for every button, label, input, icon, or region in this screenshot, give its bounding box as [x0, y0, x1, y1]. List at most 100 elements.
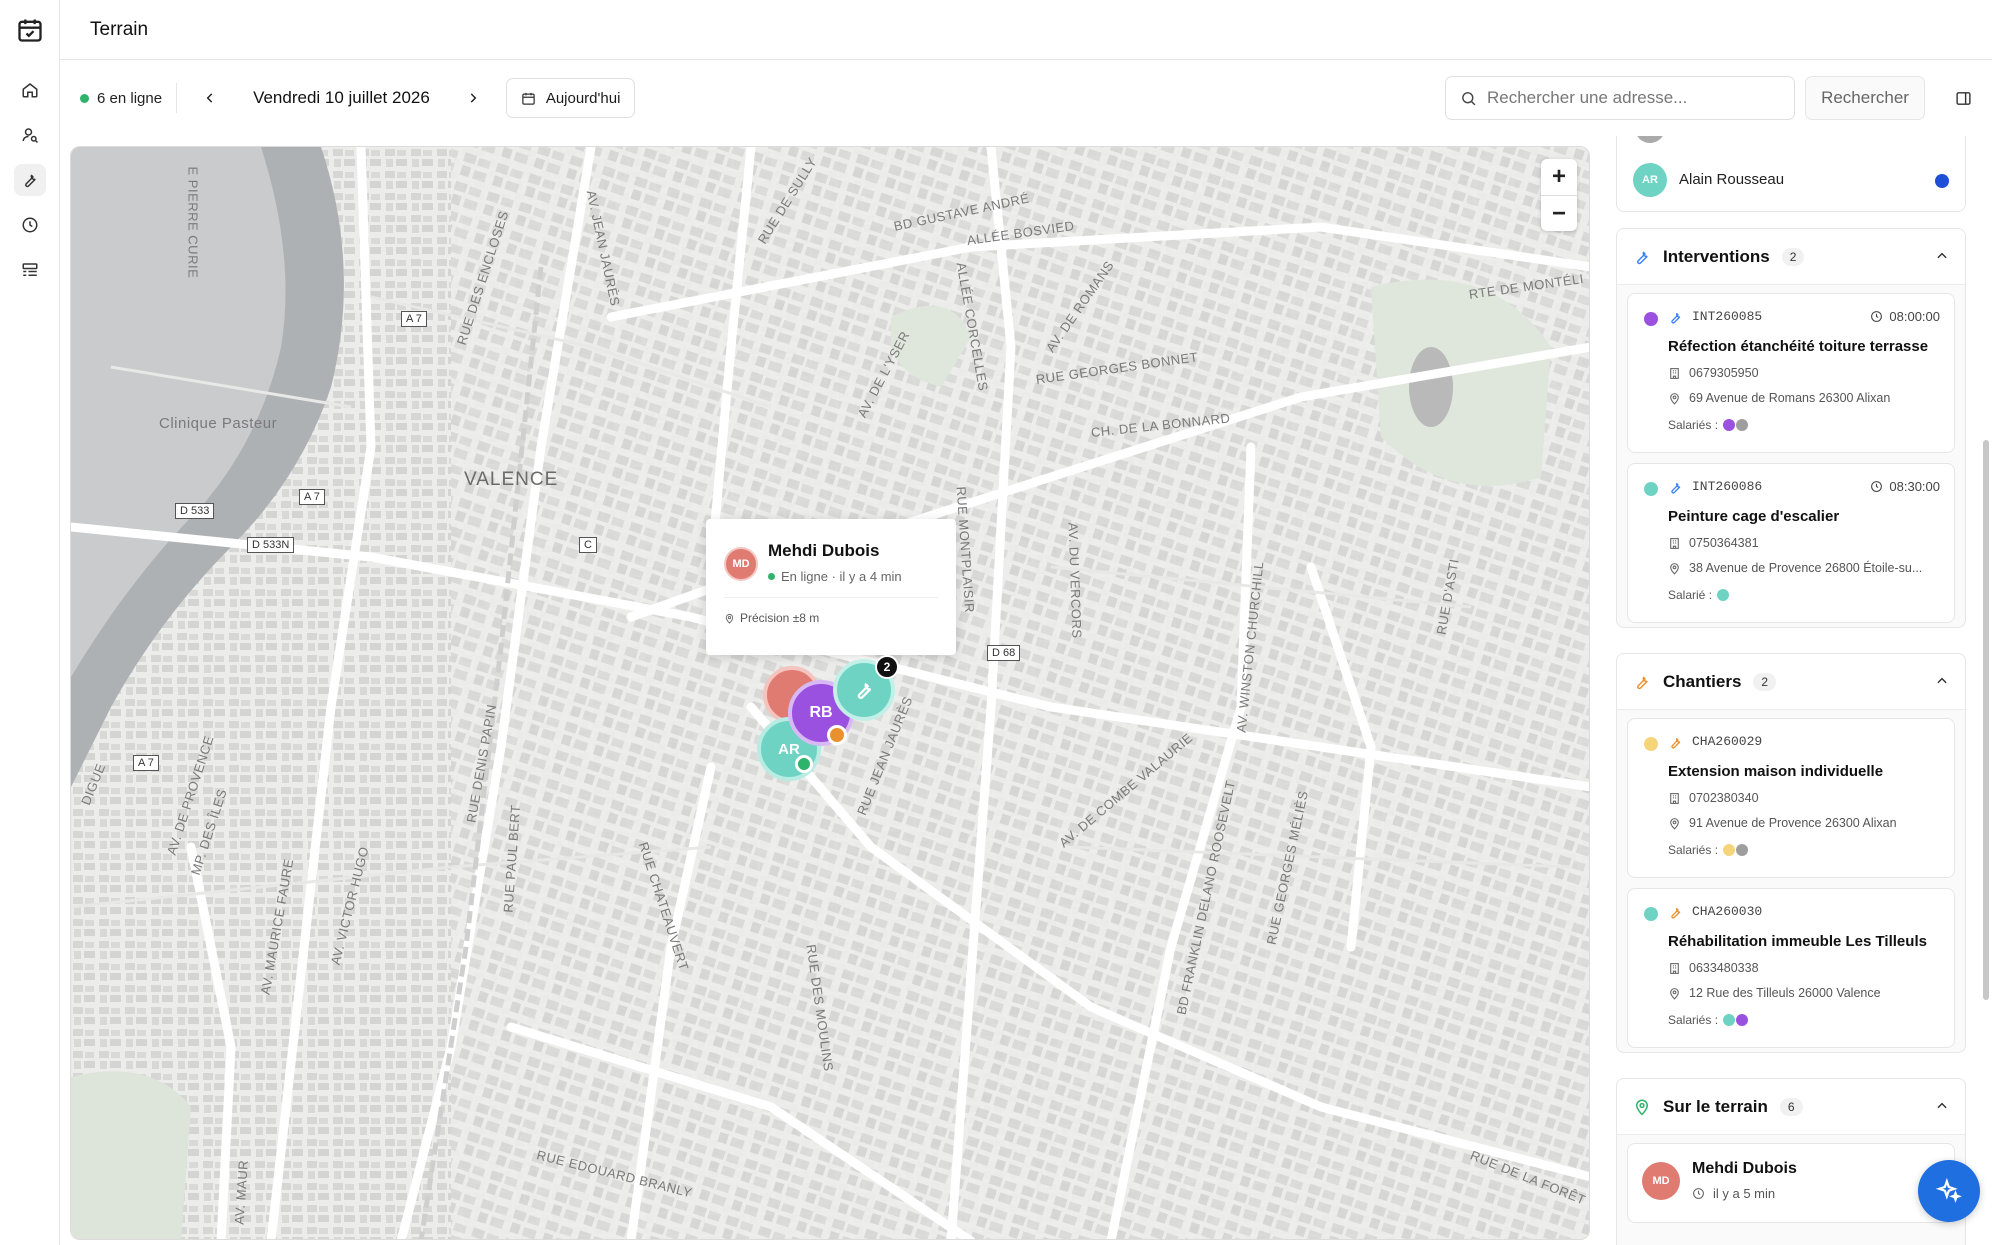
intervention-time-text: 08:00:00 — [1889, 309, 1940, 324]
staff-list-card: AR Alain Rousseau — [1616, 136, 1966, 212]
next-day-button[interactable] — [456, 81, 490, 115]
online-count-label: 6 en ligne — [97, 89, 163, 107]
user-search-icon[interactable] — [14, 119, 46, 151]
today-button-label: Aujourd'hui — [545, 89, 621, 107]
online-status-dot — [795, 755, 813, 773]
zoom-in-button[interactable]: + — [1541, 159, 1577, 195]
phone-text: 0702380340 — [1689, 791, 1759, 805]
map-pin-icon — [1670, 562, 1679, 575]
list-icon[interactable] — [14, 254, 46, 286]
technician-last-seen: il y a 5 min — [1692, 1186, 1775, 1201]
panel-scrollbar[interactable] — [1983, 440, 1989, 1000]
building-icon — [1670, 792, 1679, 804]
intervention-card[interactable]: INT260086 08:30:00 Peinture cage d'escal… — [1627, 463, 1955, 623]
sidebar-rail — [0, 0, 60, 1245]
chantiers-section-header[interactable]: Chantiers 2 — [1616, 653, 1966, 709]
phone-text: 0679305950 — [1689, 366, 1759, 380]
chevron-up-icon[interactable] — [1935, 674, 1949, 688]
technician-popup: MD Mehdi Dubois En ligne · il y a 4 min … — [706, 519, 956, 655]
worksite-card[interactable]: CHA260029 Extension maison individuelle … — [1627, 718, 1955, 878]
staff-label: Salariés : — [1668, 1013, 1719, 1027]
road-badge-a7: A 7 — [133, 755, 159, 771]
address-search-field[interactable] — [1445, 76, 1795, 120]
map-label-clinique-pasteur: Clinique Pasteur — [159, 415, 278, 432]
avatar: AR — [1633, 163, 1667, 197]
intervention-card[interactable]: INT260085 08:00:00 Réfection étanchéité … — [1627, 293, 1955, 453]
section-title: Sur le terrain — [1663, 1096, 1768, 1116]
worksite-phone: 0633480338 — [1668, 961, 1759, 975]
online-status-dot — [768, 573, 775, 580]
road-badge-c: C — [579, 537, 597, 553]
building-icon — [1670, 962, 1679, 974]
wrench-icon — [857, 682, 872, 699]
road-badge-d68: D 68 — [987, 645, 1021, 661]
page-title: Terrain — [90, 18, 149, 40]
worksite-code: CHA260029 — [1692, 734, 1763, 749]
worksite-address: 91 Avenue de Provence 26300 Alixan — [1668, 816, 1897, 830]
panel-toggle-icon[interactable] — [1950, 85, 1976, 111]
intervention-code: INT260085 — [1692, 309, 1763, 324]
interventions-list: INT260085 08:00:00 Réfection étanchéité … — [1616, 284, 1966, 628]
map-label-valence: VALENCE — [464, 469, 559, 490]
chevron-left-icon — [206, 93, 213, 103]
intervention-phone: 0750364381 — [1668, 536, 1759, 550]
assigned-staff: Salariés : — [1668, 1013, 1750, 1027]
status-dot-blue — [1935, 174, 1949, 188]
popup-precision: Précision ±8 m — [724, 611, 819, 625]
online-status-dot — [80, 93, 89, 103]
on-field-list: MD Mehdi Dubois il y a 5 min — [1616, 1134, 1966, 1245]
intervention-time: 08:00:00 — [1870, 309, 1940, 324]
avatar — [1735, 418, 1750, 432]
interventions-section-header[interactable]: Interventions 2 — [1616, 228, 1966, 284]
home-icon[interactable] — [14, 74, 46, 106]
technician-name: Mehdi Dubois — [1692, 1160, 1797, 1177]
avatar — [1735, 1013, 1750, 1027]
search-button[interactable]: Rechercher — [1805, 76, 1925, 120]
worksite-phone: 0702380340 — [1668, 791, 1759, 805]
clock-icon — [1871, 311, 1883, 322]
wrench-icon[interactable] — [14, 164, 46, 196]
clock-icon[interactable] — [14, 209, 46, 241]
popup-status-text: En ligne · il y a 4 min — [781, 569, 902, 584]
intervention-title: Peinture cage d'escalier — [1668, 508, 1840, 525]
ai-assistant-button[interactable] — [1918, 1160, 1980, 1222]
phone-text: 0750364381 — [1689, 536, 1759, 550]
popup-precision-text: Précision ±8 m — [740, 611, 820, 625]
top-bar: Terrain — [60, 0, 1992, 60]
wrench-icon — [1671, 737, 1681, 749]
address-text: 38 Avenue de Provence 26800 Étoile-su... — [1689, 561, 1923, 575]
popup-technician-name: Mehdi Dubois — [768, 541, 880, 560]
map-pin-icon — [1670, 817, 1679, 830]
chevron-up-icon[interactable] — [1935, 1099, 1949, 1113]
zoom-out-button[interactable]: − — [1541, 195, 1577, 231]
avatar — [1722, 843, 1737, 857]
chevron-up-icon[interactable] — [1935, 249, 1949, 263]
worksite-title: Extension maison individuelle — [1668, 763, 1884, 780]
intervention-address: 38 Avenue de Provence 26800 Étoile-su... — [1668, 561, 1922, 575]
avatar — [1722, 418, 1737, 432]
calendar-check-logo-icon[interactable] — [16, 16, 44, 44]
wrench-icon — [1671, 907, 1681, 919]
map-view[interactable]: VALENCE Clinique Pasteur BD GUSTAVE ANDR… — [70, 146, 1590, 1240]
map-pin-icon — [725, 613, 734, 624]
on-field-section-header[interactable]: Sur le terrain 6 — [1616, 1078, 1966, 1134]
today-button[interactable]: Aujourd'hui — [505, 78, 636, 118]
address-search-input[interactable] — [1487, 88, 1777, 108]
technician-card[interactable]: MD Mehdi Dubois il y a 5 min — [1627, 1143, 1955, 1223]
previous-day-button[interactable] — [193, 81, 227, 115]
cluster-count-badge: 2 — [875, 655, 899, 679]
clock-icon — [1693, 1188, 1704, 1199]
status-dot-teal — [1644, 907, 1658, 921]
staff-label: Salariés : — [1668, 843, 1719, 857]
popup-status: En ligne · il y a 4 min — [768, 569, 902, 584]
road-badge-a7: A 7 — [299, 489, 325, 505]
last-seen-text: il y a 5 min — [1713, 1186, 1776, 1201]
staff-name[interactable]: Alain Rousseau — [1679, 171, 1784, 188]
status-dot-teal — [1644, 482, 1658, 496]
calendar-icon — [522, 92, 535, 105]
worksite-card[interactable]: CHA260030 Réhabilitation immeuble Les Ti… — [1627, 888, 1955, 1048]
online-count-badge: 6 en ligne — [80, 83, 178, 113]
road-badge-a7: A 7 — [401, 311, 427, 327]
address-text: 69 Avenue de Romans 26300 Alixan — [1689, 391, 1891, 405]
avatar — [1722, 1013, 1737, 1027]
